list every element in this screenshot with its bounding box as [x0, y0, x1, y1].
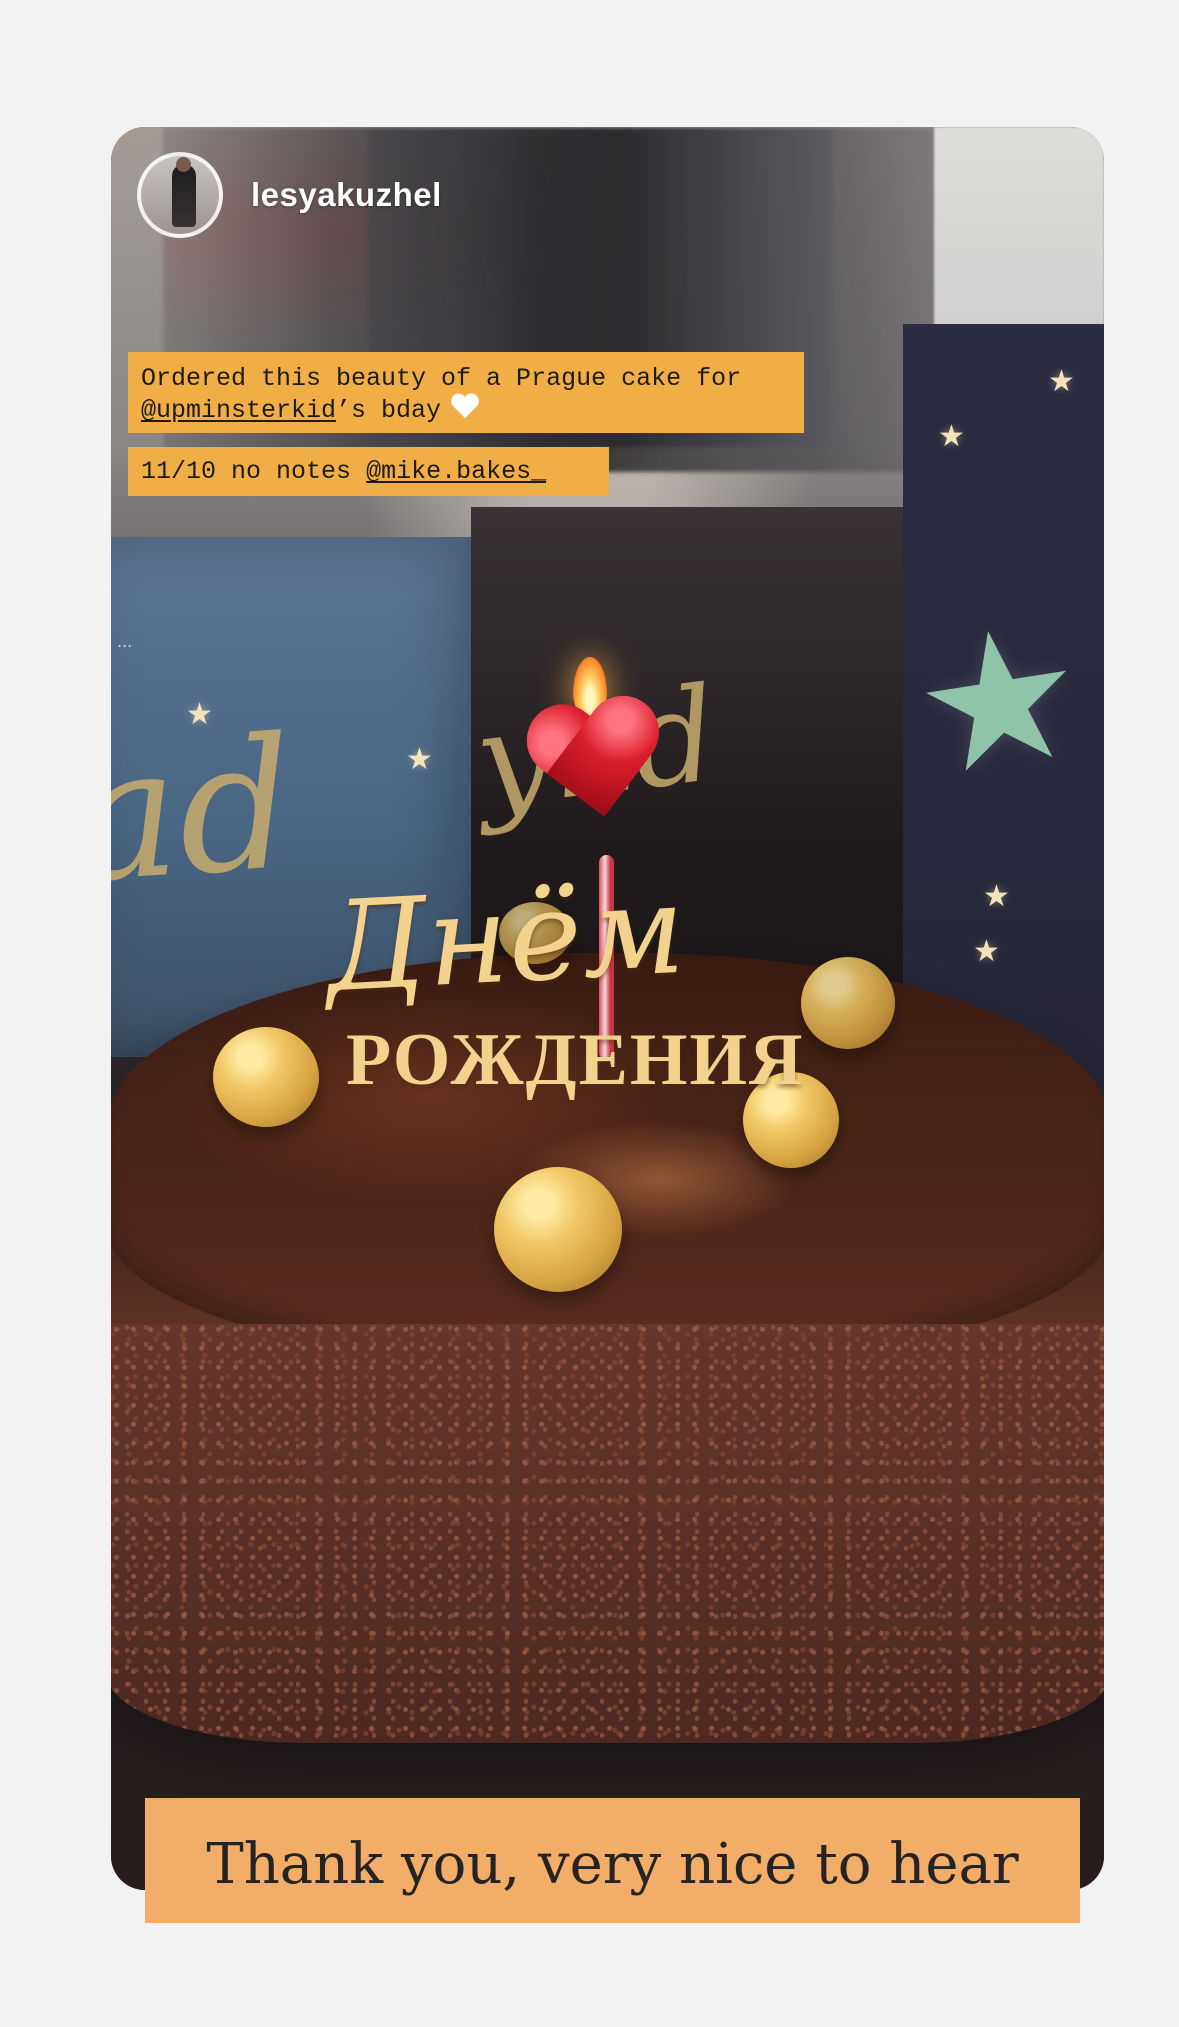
card-star-decoration: ★ — [983, 880, 1010, 913]
profile-photo-icon — [172, 157, 196, 227]
mention-mike-bakes[interactable]: @mike.bakes_ — [366, 457, 546, 486]
gold-ball-decoration — [213, 1027, 319, 1127]
story-caption-1: Ordered this beauty of a Prague cake for… — [128, 352, 804, 433]
cake-crumbs — [111, 1324, 1104, 1743]
card-star-decoration: ★ — [938, 420, 965, 453]
gold-ball-decoration — [494, 1167, 622, 1292]
birthday-cake-topper: Днём РОЖДЕНИЯ — [322, 858, 916, 1162]
card-star-decoration: ★ — [973, 935, 1000, 968]
story-caption-2: 11/10 no notes @mike.bakes_ — [128, 447, 609, 496]
card-small-text: ... — [117, 632, 133, 651]
card-star-decoration: ★ — [406, 743, 433, 776]
white-heart-icon — [450, 394, 479, 419]
topper-script-text: Днём — [322, 857, 689, 1021]
profile-avatar[interactable] — [137, 152, 223, 238]
card-star-decoration: ★ — [1048, 365, 1075, 398]
caption-1-text: Ordered this beauty of a Prague cake for — [141, 364, 742, 393]
caption-2-text: 11/10 no notes — [141, 457, 352, 486]
story-username[interactable]: lesyakuzhel — [251, 176, 442, 214]
topper-caps-text: РОЖДЕНИЯ — [346, 1019, 805, 1101]
caption-1-suffix: ’s bday — [336, 396, 442, 425]
large-star-decoration: ★ — [901, 586, 1098, 816]
mention-upminsterkid[interactable]: @upminsterkid — [141, 396, 336, 425]
reply-message: Thank you, very nice to hear — [145, 1798, 1080, 1923]
card-script-decoration: ad — [111, 699, 301, 924]
heart-candle — [517, 693, 680, 852]
